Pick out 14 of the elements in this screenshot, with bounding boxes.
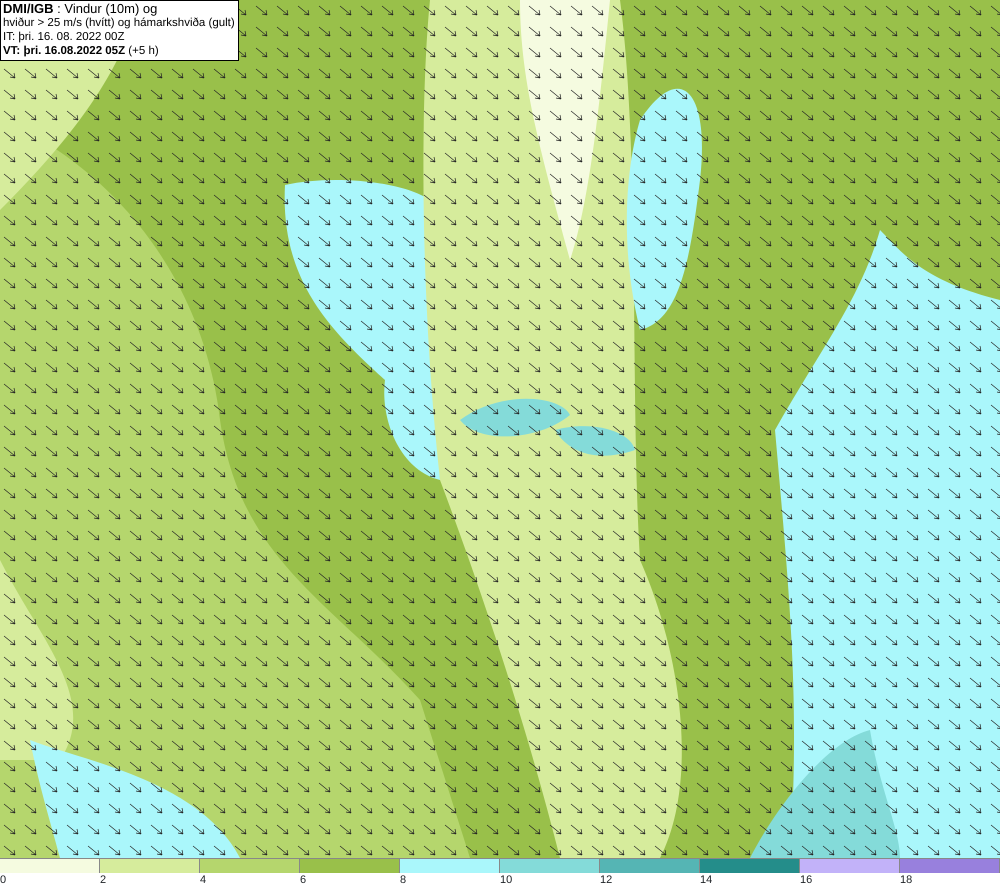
- tick-label: 4: [200, 874, 206, 886]
- tick-label: 16: [800, 874, 812, 886]
- tick-label: 6: [300, 874, 306, 886]
- map-subtitle: hviður > 25 m/s (hvítt) og hámarkshviða (gult): [3, 16, 235, 30]
- tick-label: 0: [0, 874, 6, 886]
- tick-label: 12: [600, 874, 612, 886]
- map-title: DMI/IGB : Vindur (10m) og: [3, 2, 158, 16]
- init-time: IT: þri. 16. 08. 2022 00Z: [3, 30, 126, 44]
- valid-time: VT: þri. 16.08.2022 05Z (+5 h): [3, 44, 160, 58]
- tick-label: 8: [400, 874, 406, 886]
- tick-label: 14: [700, 874, 712, 886]
- tick-label: 10: [500, 874, 512, 886]
- tick-label: 2: [100, 874, 106, 886]
- tick-label: 18: [900, 874, 912, 886]
